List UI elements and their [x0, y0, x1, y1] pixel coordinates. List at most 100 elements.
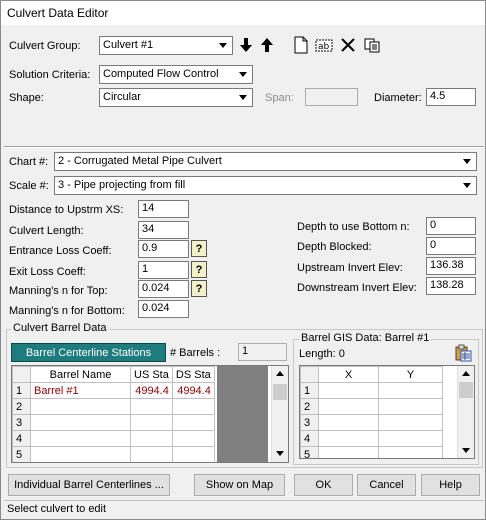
x-cell[interactable] — [318, 446, 379, 458]
table-row[interactable]: 3 — [300, 414, 443, 431]
culvert-group-label: Culvert Group: — [9, 40, 81, 52]
column-header-y: Y — [378, 366, 443, 383]
solution-criteria-label: Solution Criteria: — [9, 69, 91, 81]
distance-upstream-input[interactable]: 14 — [138, 200, 189, 218]
gis-table[interactable]: X Y 1 2 3 4 5 — [299, 365, 475, 459]
chart-label: Chart #: — [9, 156, 49, 168]
y-cell[interactable] — [378, 382, 443, 399]
ds-sta-cell[interactable] — [171, 398, 215, 415]
table-row[interactable]: 4 — [12, 430, 215, 447]
barrel-name-cell[interactable] — [30, 398, 131, 415]
ds-sta-cell[interactable] — [171, 446, 215, 462]
barrel-table-scrollbar[interactable] — [271, 366, 288, 462]
y-cell[interactable] — [378, 414, 443, 431]
window-title: Culvert Data Editor — [7, 6, 109, 20]
barrel-name-cell[interactable] — [30, 430, 131, 447]
culvert-group-select[interactable]: Culvert #1 — [99, 36, 233, 55]
x-cell[interactable] — [318, 382, 379, 399]
manning-top-help-icon[interactable]: ? — [191, 280, 207, 297]
table-row[interactable]: 4 — [300, 430, 443, 447]
depth-blocked-input[interactable]: 0 — [426, 237, 476, 255]
culvert-length-input[interactable]: 34 — [138, 221, 189, 239]
help-button[interactable]: Help — [421, 474, 480, 496]
barrel-table[interactable]: Barrel Name US Sta DS Sta 1 Barrel #1 49… — [11, 365, 289, 463]
row-number: 2 — [12, 398, 31, 415]
depth-blocked-label: Depth Blocked: — [297, 241, 372, 253]
scroll-up-arrow-icon[interactable] — [272, 367, 288, 383]
solution-criteria-select[interactable]: Computed Flow Control — [99, 65, 253, 84]
chart-value: 2 - Corrugated Metal Pipe Culvert — [58, 155, 222, 167]
manning-bottom-input[interactable]: 0.024 — [138, 300, 189, 318]
up-arrow-icon[interactable] — [257, 35, 277, 55]
row-number: 1 — [300, 382, 319, 399]
barrel-name-cell[interactable]: Barrel #1 — [30, 382, 131, 399]
x-cell[interactable] — [318, 430, 379, 447]
table-row[interactable]: 1 — [300, 382, 443, 399]
table-row[interactable]: 2 — [300, 398, 443, 415]
scroll-up-arrow-icon[interactable] — [458, 367, 474, 383]
status-bar: Select culvert to edit — [4, 500, 484, 518]
row-number: 5 — [300, 446, 319, 458]
scroll-thumb[interactable] — [273, 384, 287, 400]
table-row[interactable]: 5 — [300, 446, 443, 458]
us-sta-cell[interactable] — [130, 446, 173, 462]
x-cell[interactable] — [318, 398, 379, 415]
downstream-invert-input[interactable]: 138.28 — [426, 277, 476, 295]
barrel-name-cell[interactable] — [30, 446, 131, 462]
exit-loss-help-icon[interactable]: ? — [191, 261, 207, 278]
y-cell[interactable] — [378, 430, 443, 447]
culvert-length-label: Culvert Length: — [9, 225, 84, 237]
table-row[interactable]: 5 — [12, 446, 215, 462]
column-header-x: X — [318, 366, 379, 383]
table-row[interactable]: 3 — [12, 414, 215, 431]
diameter-input[interactable]: 4.5 — [426, 88, 476, 106]
scale-select[interactable]: 3 - Pipe projecting from fill — [54, 176, 477, 195]
ds-sta-cell[interactable] — [171, 430, 215, 447]
row-number: 5 — [12, 446, 31, 462]
row-number: 4 — [300, 430, 319, 447]
column-header-ds-sta: DS Sta — [171, 366, 215, 383]
us-sta-cell[interactable] — [130, 430, 173, 447]
manning-top-input[interactable]: 0.024 — [138, 280, 189, 298]
us-sta-cell[interactable]: 4994.4 — [130, 382, 173, 399]
x-cell[interactable] — [318, 414, 379, 431]
entrance-loss-help-icon[interactable]: ? — [191, 240, 207, 257]
cancel-button[interactable]: Cancel — [357, 474, 416, 496]
exit-loss-input[interactable]: 1 — [138, 261, 189, 279]
show-on-map-button[interactable]: Show on Map — [194, 474, 285, 496]
title-bar: Culvert Data Editor — [1, 1, 485, 25]
delete-icon[interactable] — [338, 35, 358, 55]
diameter-label: Diameter: — [374, 92, 422, 104]
y-cell[interactable] — [378, 398, 443, 415]
shape-select[interactable]: Circular — [99, 88, 253, 107]
new-document-icon[interactable] — [291, 35, 311, 55]
ok-button[interactable]: OK — [294, 474, 353, 496]
depth-bottom-n-input[interactable]: 0 — [426, 217, 476, 235]
chevron-down-icon — [460, 154, 475, 169]
rename-icon[interactable]: ab — [314, 35, 334, 55]
scroll-down-arrow-icon[interactable] — [272, 446, 288, 462]
us-sta-cell[interactable] — [130, 414, 173, 431]
ds-sta-cell[interactable] — [171, 414, 215, 431]
row-number: 3 — [12, 414, 31, 431]
ds-sta-cell[interactable]: 4994.4 — [171, 382, 215, 399]
scroll-down-arrow-icon[interactable] — [458, 443, 474, 458]
us-sta-cell[interactable] — [130, 398, 173, 415]
chevron-down-icon — [236, 90, 251, 105]
table-empty-area — [217, 366, 268, 462]
barrel-name-cell[interactable] — [30, 414, 131, 431]
table-row[interactable]: 2 — [12, 398, 215, 415]
chart-select[interactable]: 2 - Corrugated Metal Pipe Culvert — [54, 152, 477, 171]
barrel-centerline-stations-button[interactable]: Barrel Centerline Stations — [11, 343, 166, 362]
down-arrow-icon[interactable] — [236, 35, 256, 55]
copy-icon[interactable] — [362, 35, 382, 55]
table-row[interactable]: 1 Barrel #1 4994.4 4994.4 — [12, 382, 215, 399]
upstream-invert-input[interactable]: 136.38 — [426, 257, 476, 275]
y-cell[interactable] — [378, 446, 443, 458]
gis-table-scrollbar[interactable] — [457, 366, 474, 458]
scroll-thumb[interactable] — [459, 382, 473, 398]
paste-table-icon[interactable] — [453, 343, 473, 363]
span-input[interactable] — [305, 88, 358, 106]
entrance-loss-input[interactable]: 0.9 — [138, 240, 189, 258]
individual-barrel-centerlines-button[interactable]: Individual Barrel Centerlines ... — [8, 474, 170, 496]
